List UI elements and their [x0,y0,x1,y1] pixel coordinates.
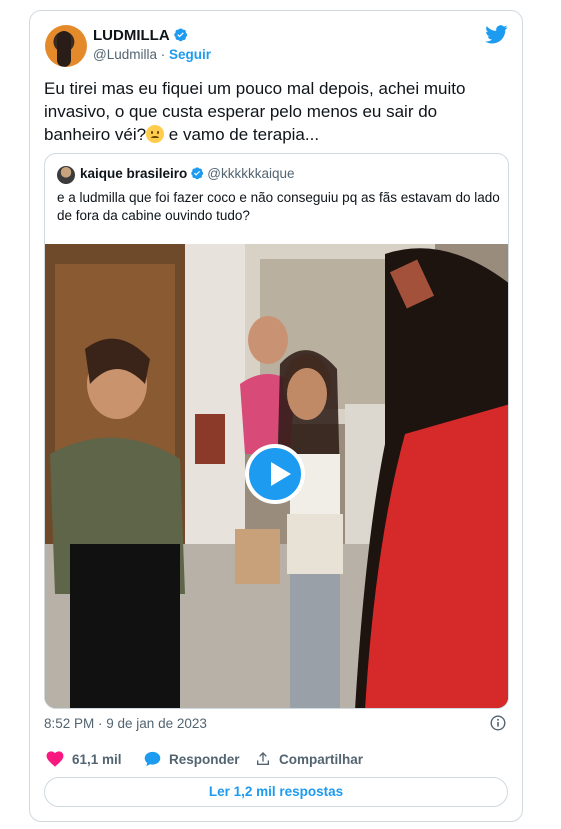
heart-icon [46,751,64,767]
author-name[interactable]: LUDMILLA [93,27,170,44]
read-replies-button[interactable]: Ler 1,2 mil respostas [44,777,508,807]
play-icon[interactable] [245,444,305,504]
quoted-author-avatar[interactable] [57,166,75,184]
author-avatar[interactable] [45,25,87,67]
share-label: Compartilhar [279,751,364,767]
twitter-bird-icon[interactable] [485,25,508,44]
quoted-author-handle[interactable]: @kkkkkkaique [207,166,294,181]
reply-bubble-icon [144,751,161,767]
tweet-card: LUDMILLA @Ludmilla · Seguir Eu tirei mas… [29,10,523,822]
author-handle-row: @Ludmilla · Seguir [93,47,211,62]
info-icon[interactable] [490,715,506,731]
quoted-author-name[interactable]: kaique brasileiro [80,166,187,181]
quoted-author-row: kaique brasileiro @kkkkkkaique [80,166,295,181]
quoted-tweet[interactable]: kaique brasileiro @kkkkkkaique e a ludmil… [44,153,509,709]
share-button[interactable]: Compartilhar [255,751,363,767]
video-thumbnail[interactable] [45,244,508,708]
share-icon [257,752,269,765]
like-count: 61,1 mil [72,751,122,767]
reply-button[interactable]: Responder [144,751,240,767]
like-button[interactable]: 61,1 mil [46,751,122,767]
slightly-frowning-face-icon [146,125,165,143]
reply-label: Responder [169,751,240,767]
author-name-row[interactable]: LUDMILLA [93,27,188,44]
quoted-tweet-text: e a ludmilla que foi fazer coco e não co… [57,190,500,223]
author-handle[interactable]: @Ludmilla [93,47,157,62]
separator-dot: · [160,47,166,62]
tweet-text-part-2: e vamo de terapia... [164,125,320,144]
tweet-timestamp[interactable]: 8:52 PM · 9 de jan de 2023 [44,716,207,731]
verified-badge-icon [173,28,187,42]
tweet-text: Eu tirei mas eu fiquei um pouco mal depo… [44,77,506,146]
verified-badge-icon [191,167,204,180]
follow-button[interactable]: Seguir [169,47,211,62]
